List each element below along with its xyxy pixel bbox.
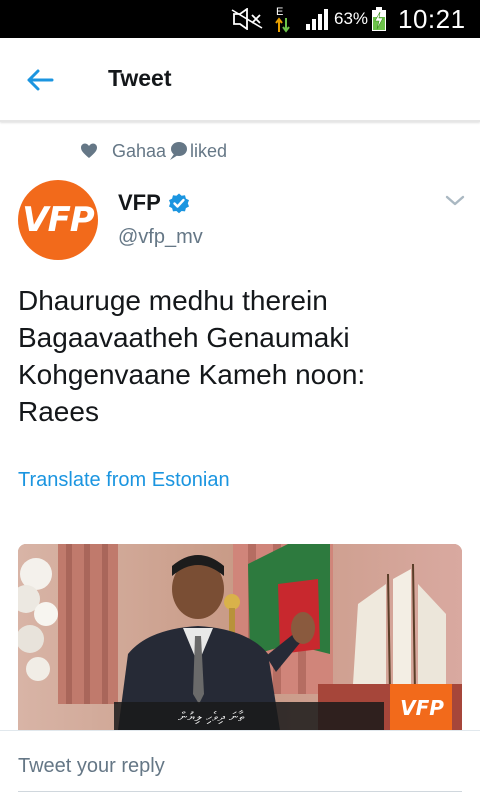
back-arrow-icon <box>27 69 54 91</box>
heart-icon <box>81 143 97 158</box>
avatar-logo: VFP <box>22 200 94 240</box>
author-handle[interactable]: @vfp_mv <box>118 226 203 249</box>
svg-text:E: E <box>276 6 283 18</box>
tweet-text-line: Raees <box>18 396 99 427</box>
chevron-down-icon <box>445 195 465 206</box>
reply-underline <box>18 791 462 792</box>
tweet-text-line: Kohgenvaane Kameh noon: <box>18 359 366 390</box>
back-button[interactable] <box>20 62 60 98</box>
verified-badge-icon <box>168 193 189 214</box>
author-name: VFP <box>118 190 161 215</box>
tweet-text-line: Bagaavaatheh Genaumaki <box>18 322 350 353</box>
avatar[interactable]: VFP <box>18 180 98 260</box>
battery-percent: 63% <box>334 9 369 28</box>
page-title: Tweet <box>108 65 172 91</box>
status-bar: E 63% 10:21 <box>0 0 480 38</box>
svg-text:ތާނަ ދިވެހި ލިޔުން: ތާނަ ދިވެހި ލިޔުން <box>178 710 245 725</box>
translate-link[interactable]: Translate from Estonian <box>18 469 230 492</box>
signal-icon <box>304 0 332 38</box>
social-context[interactable]: Gahaa liked <box>80 139 227 163</box>
clock: 10:21 <box>398 3 466 34</box>
reply-input[interactable]: Tweet your reply <box>18 755 165 778</box>
speech-bubble-icon <box>170 142 188 160</box>
tweet-menu-button[interactable] <box>442 190 468 212</box>
media-watermark: VFP <box>400 696 444 720</box>
reply-bar: Tweet your reply <box>0 730 480 800</box>
tweet-media-image[interactable]: ތާނަ ދިވެހި ލިޔުން VFP <box>18 544 462 730</box>
app-bar: Tweet <box>0 38 480 122</box>
mute-icon <box>230 0 264 38</box>
social-action: liked <box>190 140 228 161</box>
tweet-text-line: Dhauruge medhu therein <box>18 285 328 316</box>
liker-name: Gahaa <box>112 140 167 161</box>
data-arrows-icon: E <box>274 0 292 38</box>
tweet-text: Dhauruge medhu therein Bagaavaatheh Gena… <box>18 282 468 430</box>
battery-charging-icon <box>371 0 387 38</box>
author-name-row[interactable]: VFP <box>118 190 191 216</box>
